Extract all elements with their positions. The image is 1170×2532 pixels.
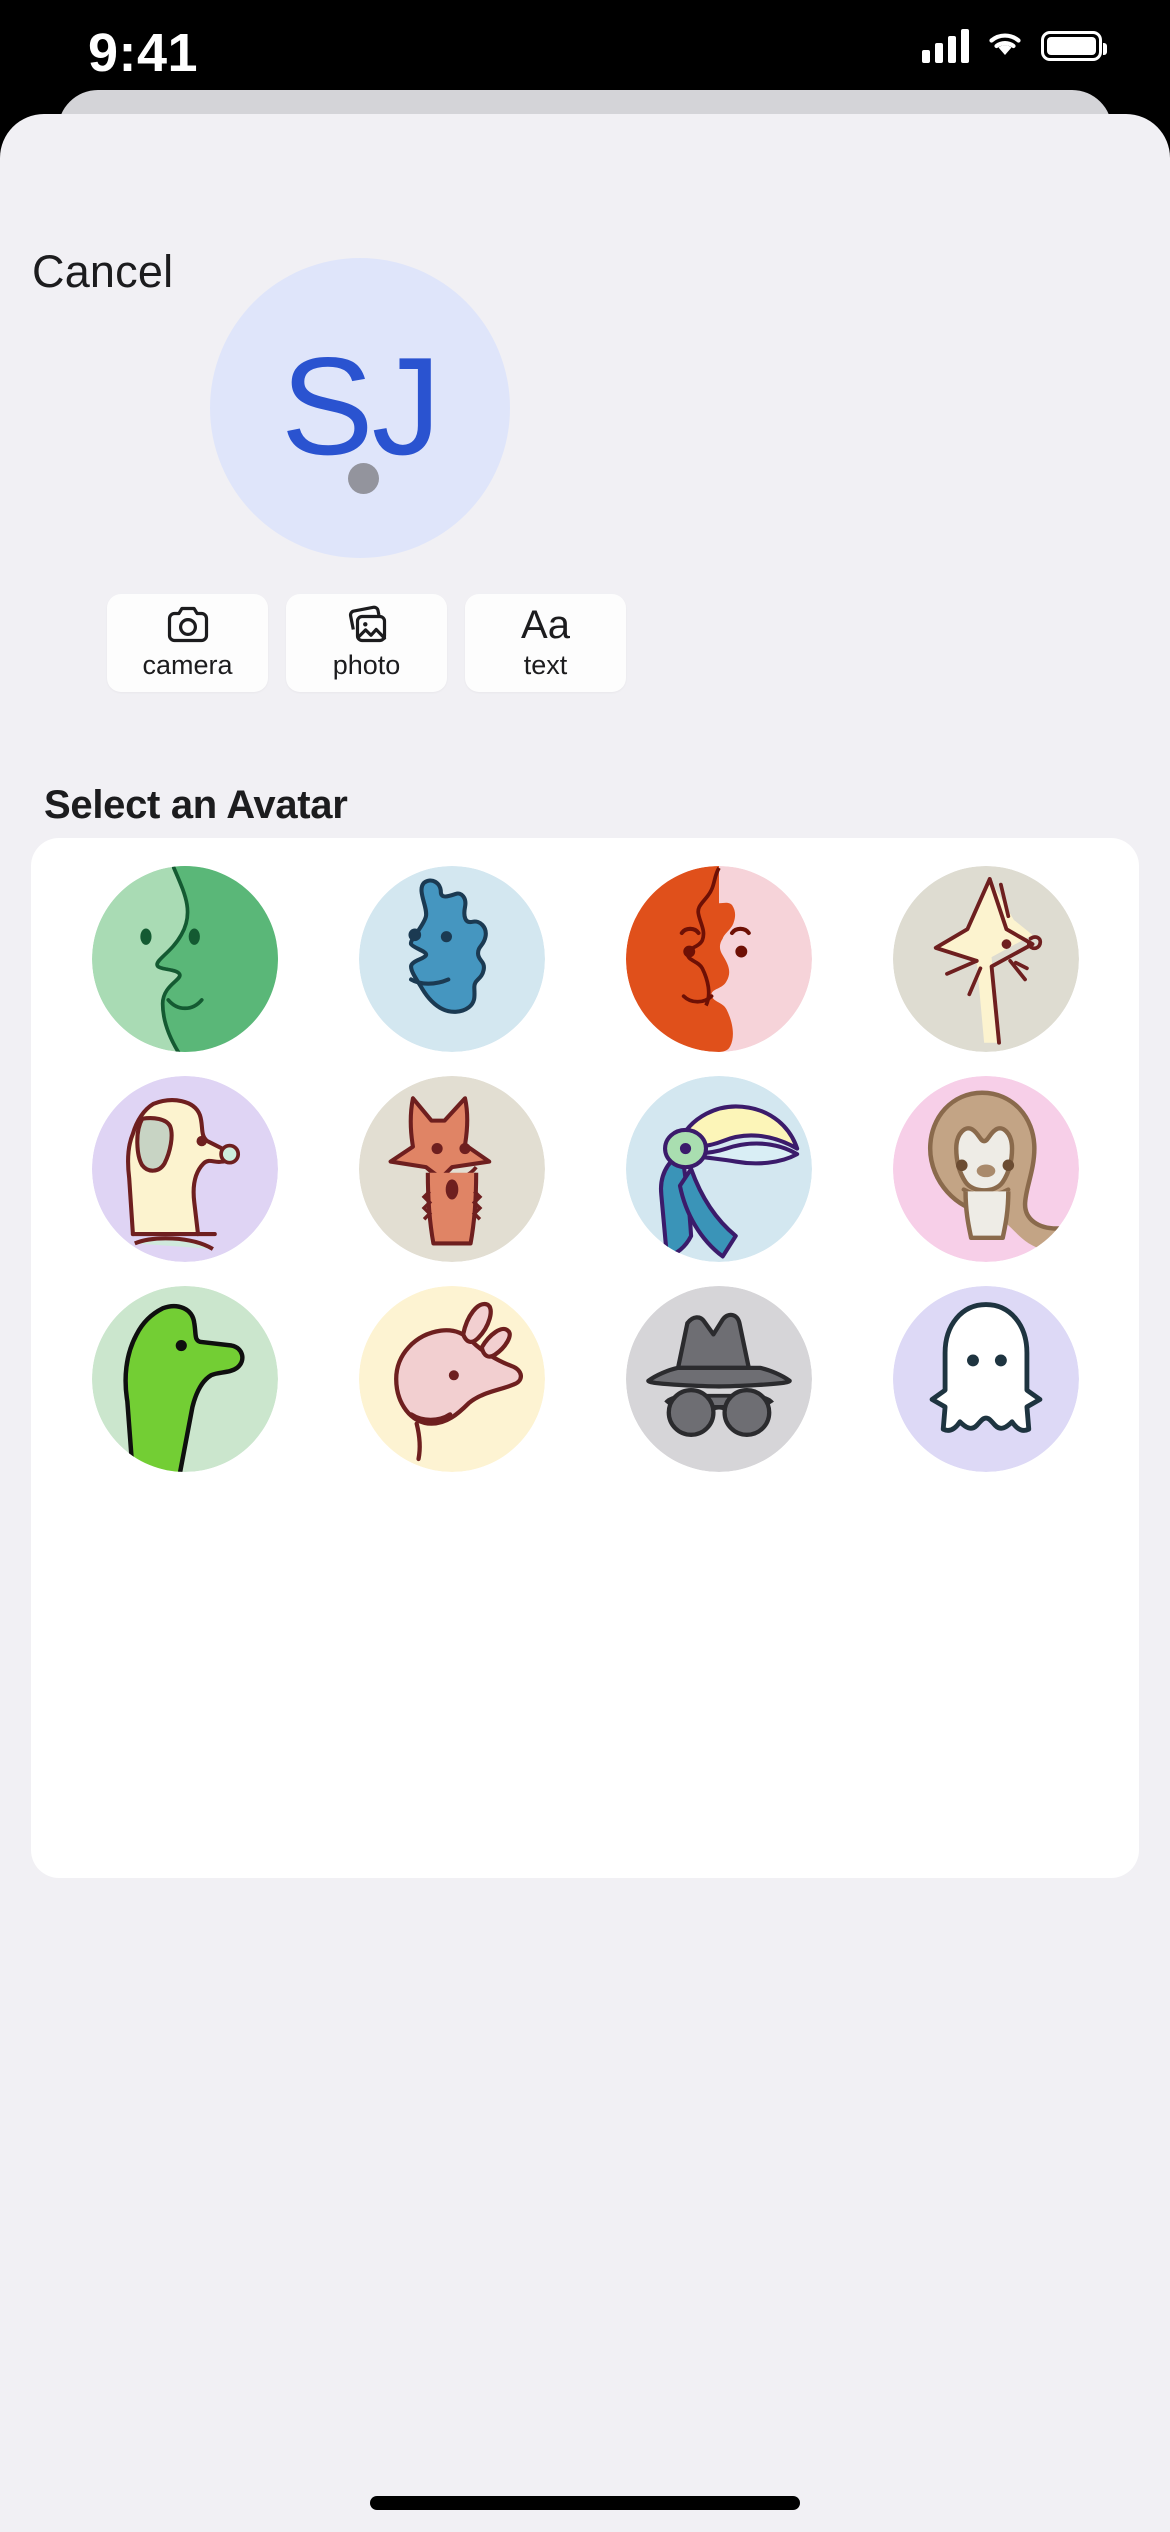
camera-label: camera — [142, 649, 233, 680]
avatar-option-ghost[interactable] — [892, 1286, 1079, 1472]
cellular-signal-icon — [922, 28, 969, 63]
avatar-option-green-split-face[interactable] — [91, 866, 278, 1052]
avatar-option-toucan[interactable] — [625, 1076, 812, 1262]
camera-button[interactable]: camera — [107, 594, 268, 692]
status-bar-indicators — [922, 28, 1107, 63]
aa-text-icon: Aa — [521, 602, 570, 647]
avatar-initials: SJ — [280, 328, 441, 484]
avatar-option-blue-wavy-face[interactable] — [358, 866, 545, 1052]
avatar-option-sloth[interactable] — [892, 1076, 1079, 1262]
text-button[interactable]: Aa text — [465, 594, 626, 692]
avatar-option-orange-pink-face[interactable] — [625, 866, 812, 1052]
avatar-option-incognito[interactable] — [625, 1286, 812, 1472]
camera-icon — [166, 606, 210, 644]
status-bar-time: 9:41 — [88, 23, 199, 83]
avatar-source-actions: camera photo Aa text — [107, 594, 626, 692]
status-bar: 9:41 — [0, 0, 1170, 100]
avatar-grid — [51, 866, 1119, 1472]
current-avatar-preview[interactable]: SJ — [210, 258, 510, 558]
avatar-option-cream-crane-bird[interactable] — [892, 866, 1079, 1052]
photo-button[interactable]: photo — [286, 594, 447, 692]
avatar-option-green-dinosaur[interactable] — [91, 1286, 278, 1472]
avatar-option-pink-pig[interactable] — [358, 1286, 545, 1472]
avatar-option-cream-dog[interactable] — [91, 1076, 278, 1262]
avatar-grid-card — [31, 838, 1139, 1878]
text-label: text — [523, 649, 568, 680]
photo-label: photo — [332, 649, 401, 680]
cancel-button[interactable]: Cancel — [32, 246, 173, 298]
avatar-picker-sheet: Cancel SJ camera photo Aa text Select an… — [0, 114, 1170, 2532]
home-indicator — [370, 2496, 800, 2510]
avatar-status-dot — [348, 463, 379, 494]
section-title: Select an Avatar — [44, 783, 348, 827]
photo-library-icon — [345, 605, 389, 644]
battery-icon — [1041, 30, 1107, 61]
wifi-icon — [985, 28, 1025, 63]
avatar-option-fox[interactable] — [358, 1076, 545, 1262]
